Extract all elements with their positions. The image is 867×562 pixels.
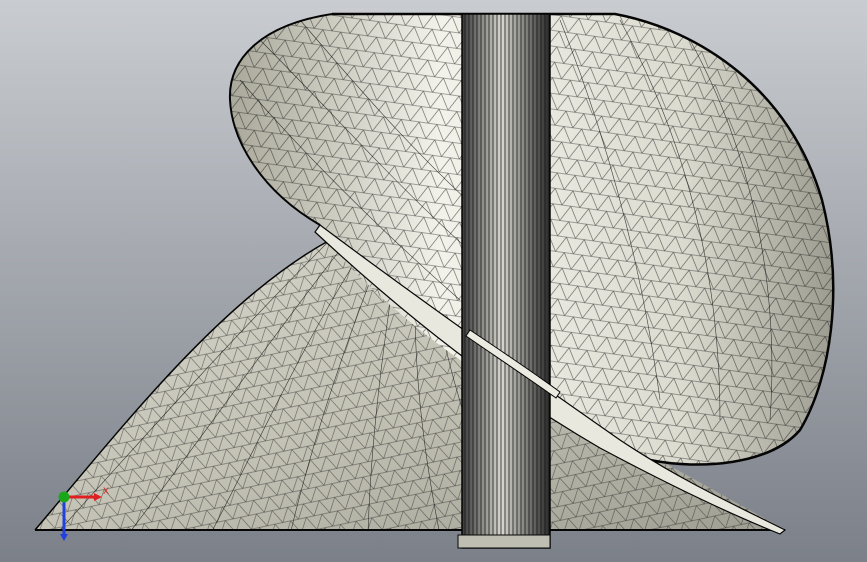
model-view[interactable]: [0, 0, 867, 562]
center-shaft[interactable]: [457, 13, 551, 549]
coordinate-triad: X: [58, 486, 109, 541]
graphics-viewport[interactable]: X: [0, 0, 867, 562]
x-axis-label: X: [103, 486, 109, 496]
x-axis-arrowhead: [94, 493, 102, 501]
y-axis-dot: [58, 491, 70, 503]
z-axis-arrowhead: [60, 534, 68, 541]
